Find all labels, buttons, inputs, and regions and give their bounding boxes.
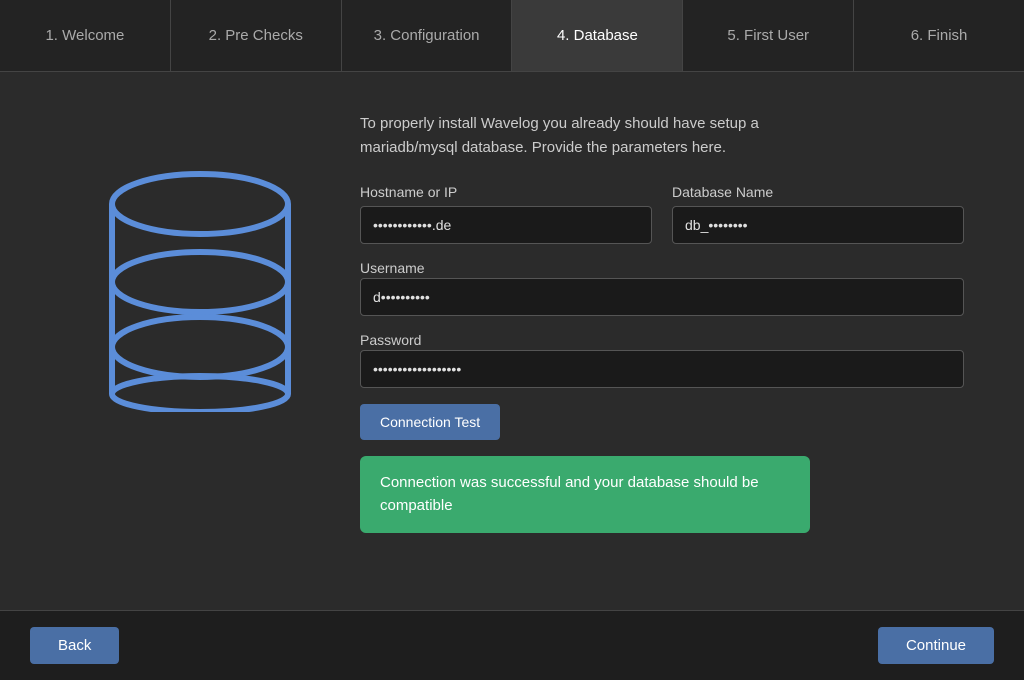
intro-text: To properly install Wavelog you already … [360,112,810,160]
database-icon-area [60,112,340,412]
tab-finish[interactable]: 6. Finish [854,0,1024,71]
password-row: Password [360,332,964,388]
success-banner: Connection was successful and your datab… [360,456,810,533]
tab-bar: 1. Welcome 2. Pre Checks 3. Configuratio… [0,0,1024,72]
hostname-dbname-row: Hostname or IP Database Name [360,184,964,244]
username-row: Username [360,260,964,316]
tab-configuration[interactable]: 3. Configuration [342,0,513,71]
database-icon [90,152,310,412]
tab-first-user[interactable]: 5. First User [683,0,854,71]
bottom-bar: Back Continue [0,610,1024,680]
continue-button[interactable]: Continue [878,627,994,664]
hostname-label: Hostname or IP [360,184,652,200]
username-input[interactable] [360,278,964,316]
connection-test-button[interactable]: Connection Test [360,404,500,440]
back-button[interactable]: Back [30,627,119,664]
dbname-group: Database Name [672,184,964,244]
main-content: To properly install Wavelog you already … [0,72,1024,610]
hostname-input[interactable] [360,206,652,244]
form-area: To properly install Wavelog you already … [340,112,964,533]
password-label: Password [360,332,421,348]
tab-pre-checks[interactable]: 2. Pre Checks [171,0,342,71]
hostname-group: Hostname or IP [360,184,652,244]
username-label: Username [360,260,425,276]
dbname-label: Database Name [672,184,964,200]
password-input[interactable] [360,350,964,388]
tab-database[interactable]: 4. Database [512,0,683,71]
tab-welcome[interactable]: 1. Welcome [0,0,171,71]
dbname-input[interactable] [672,206,964,244]
